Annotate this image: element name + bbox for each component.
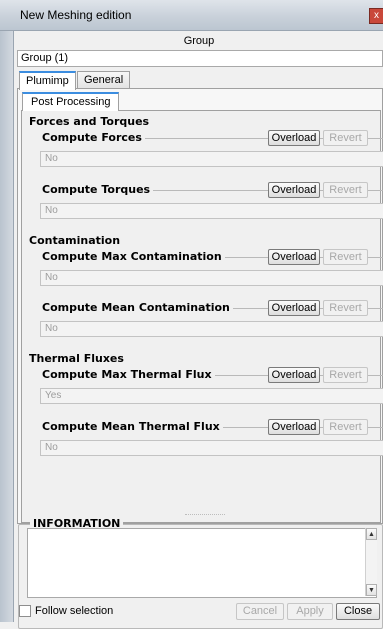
tab-post-processing[interactable]: Post Processing (22, 92, 120, 111)
compute-max-thermal-flux-select[interactable]: Yes ▲▼ (40, 388, 383, 404)
group-field[interactable]: Group (1) (17, 50, 383, 67)
compute-torques-overload-button[interactable]: Overload (268, 182, 320, 198)
cancel-button[interactable]: Cancel (236, 603, 284, 620)
scroll-up-icon[interactable]: ▲ (366, 528, 377, 540)
group-header-label: Group (183, 35, 215, 47)
compute-torques-revert-button[interactable]: Revert (323, 182, 368, 198)
section-title-contamination: Contamination (29, 234, 121, 247)
compute-torques-select[interactable]: No ▲▼ (40, 203, 383, 219)
compute-mean-contamination-value: No (45, 323, 58, 334)
compute-mean-thermal-flux-value: No (45, 442, 58, 453)
compute-mean-thermal-flux-overload-button[interactable]: Overload (268, 419, 320, 435)
compute-forces-select[interactable]: No ▲▼ (40, 151, 383, 167)
information-scroll-container: ▲ ▼ (27, 528, 377, 598)
tab-plumimp[interactable]: Plumimp (19, 71, 76, 90)
compute-max-contamination-value: No (45, 272, 58, 283)
compute-max-contamination-revert-button[interactable]: Revert (323, 249, 368, 265)
apply-button[interactable]: Apply (287, 603, 333, 620)
compute-mean-thermal-flux-select[interactable]: No ▲▼ (40, 440, 383, 456)
compute-max-contamination-overload-button[interactable]: Overload (268, 249, 320, 265)
window-title: New Meshing edition (20, 8, 132, 22)
compute-max-thermal-flux-label: Compute Max Thermal Flux (42, 368, 215, 381)
compute-mean-thermal-flux-revert-button[interactable]: Revert (323, 419, 368, 435)
section-title-thermal-fluxes: Thermal Fluxes (29, 352, 124, 365)
tab-general[interactable]: General (77, 71, 131, 89)
compute-max-contamination-select[interactable]: No ▲▼ (40, 270, 383, 286)
follow-selection-label: Follow selection (35, 605, 114, 617)
compute-mean-contamination-select[interactable]: No ▲▼ (40, 321, 383, 337)
compute-mean-contamination-label: Compute Mean Contamination (42, 301, 233, 314)
scroll-down-icon[interactable]: ▼ (366, 584, 377, 596)
compute-max-thermal-flux-overload-button[interactable]: Overload (268, 367, 320, 383)
compute-max-contamination-label: Compute Max Contamination (42, 250, 225, 263)
window-close-icon[interactable]: x (369, 8, 383, 24)
splitter-handle[interactable] (185, 514, 225, 516)
compute-max-thermal-flux-value: Yes (45, 390, 62, 401)
information-scrollbar[interactable]: ▲ ▼ (365, 528, 377, 596)
compute-torques-value: No (45, 205, 58, 216)
compute-mean-contamination-revert-button[interactable]: Revert (323, 300, 368, 316)
compute-mean-thermal-flux-label: Compute Mean Thermal Flux (42, 420, 223, 433)
follow-selection-checkbox[interactable] (19, 605, 31, 617)
bottom-bar: Follow selection Cancel Apply Close (15, 601, 383, 622)
compute-forces-revert-button[interactable]: Revert (323, 130, 368, 146)
compute-forces-overload-button[interactable]: Overload (268, 130, 320, 146)
dialog-content: Group Group (1) Plumimp General Post Pro… (15, 31, 383, 629)
plumimp-tab-panel: Post Processing Forces and Torques Compu… (17, 88, 383, 524)
compute-mean-contamination-overload-button[interactable]: Overload (268, 300, 320, 316)
compute-forces-value: No (45, 153, 58, 164)
compute-forces-label: Compute Forces (42, 131, 145, 144)
section-title-forces-torques: Forces and Torques (29, 115, 150, 128)
title-bar: New Meshing edition x (0, 0, 383, 31)
post-processing-panel: Forces and Torques Compute Forces Overlo… (21, 110, 383, 523)
window-left-frame (0, 31, 14, 622)
close-button[interactable]: Close (336, 603, 380, 620)
compute-torques-label: Compute Torques (42, 183, 154, 196)
compute-max-thermal-flux-revert-button[interactable]: Revert (323, 367, 368, 383)
